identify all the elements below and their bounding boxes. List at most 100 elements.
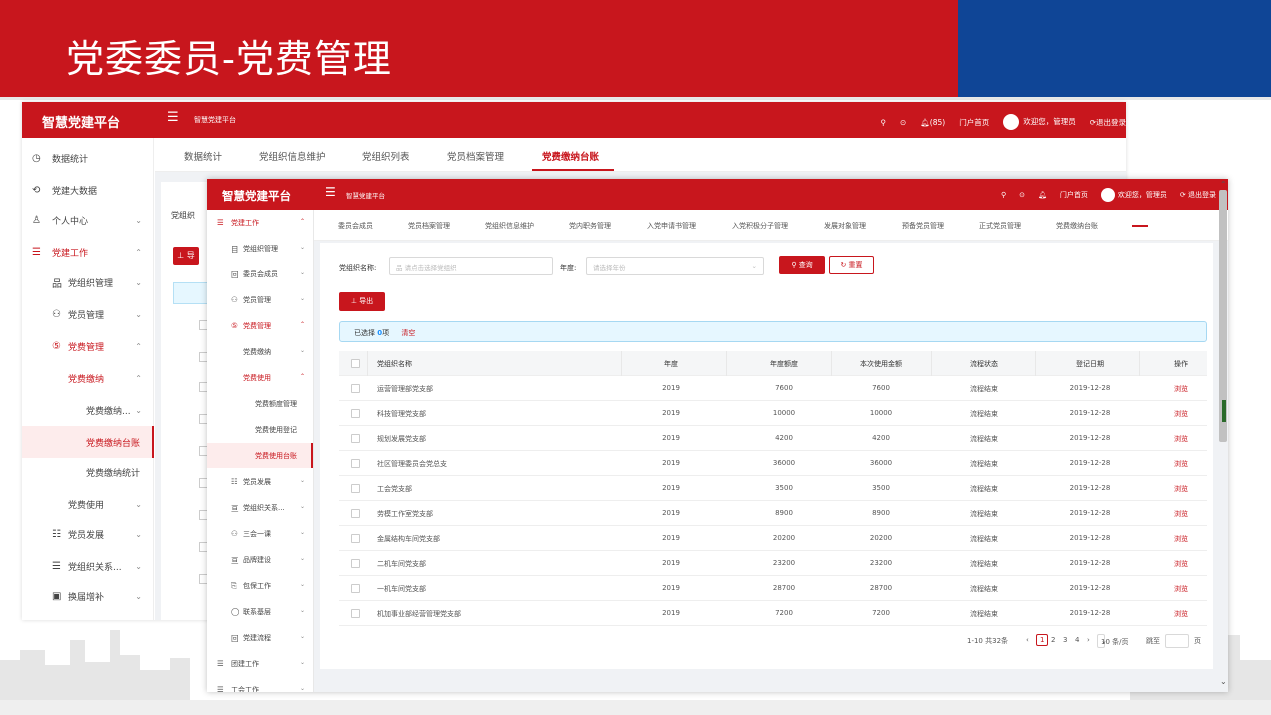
portal-link[interactable]: 门户首页 <box>959 117 989 128</box>
page-3[interactable]: 3 <box>1063 636 1067 644</box>
sidebar-item[interactable]: 回党建流程 ⌄ <box>207 625 313 650</box>
sidebar-item[interactable]: ⟲ 党建大数据 <box>22 174 154 206</box>
tab-org-list[interactable]: 党组织列表 <box>362 149 410 163</box>
browse-link[interactable]: 浏览 <box>1174 384 1188 394</box>
row-checkbox[interactable] <box>351 584 360 593</box>
sidebar-item[interactable]: ☰ 工会工作 ⌄ <box>207 677 313 692</box>
sidebar-item[interactable]: 党费缴纳 ⌃ <box>22 362 154 394</box>
row-checkbox[interactable] <box>351 534 360 543</box>
query-button[interactable]: ⚲ 查询 <box>779 256 825 274</box>
row-checkbox[interactable] <box>351 459 360 468</box>
sidebar-item[interactable]: 党费使用登记 <box>207 417 313 442</box>
select-all-checkbox[interactable] <box>351 359 360 368</box>
scroll-down-icon[interactable]: ⌄ <box>1220 677 1227 686</box>
prev-page-icon[interactable]: ‹ <box>1026 636 1029 644</box>
sidebar-item[interactable]: ♙ 个人中心 ⌄ <box>22 204 154 236</box>
portal-link[interactable]: 门户首页 <box>1060 190 1088 200</box>
browse-link[interactable]: 浏览 <box>1174 459 1188 469</box>
bell-icon[interactable]: 🔔︎ <box>1038 191 1047 199</box>
org-select-input[interactable]: 品 请点击选择党组织 <box>389 257 553 275</box>
browse-link[interactable]: 浏览 <box>1174 409 1188 419</box>
tab-org-info[interactable]: 党组织信息维护 <box>485 221 534 231</box>
clear-selection-link[interactable]: 清空 <box>401 329 415 337</box>
sidebar-item[interactable]: ☰ 党建工作 ⌃ <box>22 236 154 268</box>
page-size-select[interactable]: 10 条/页 ⌄ <box>1097 634 1129 648</box>
sidebar-item[interactable]: ⑤ 党费管理 ⌃ <box>207 313 313 338</box>
sidebar-item[interactable]: 党费使用 ⌃ <box>207 365 313 390</box>
sidebar-item[interactable]: 党费缴纳 ⌄ <box>207 339 313 364</box>
row-checkbox[interactable] <box>351 559 360 568</box>
row-checkbox[interactable] <box>351 484 360 493</box>
browse-link[interactable]: 浏览 <box>1174 484 1188 494</box>
sidebar-item[interactable]: ⑤ 党费管理 ⌃ <box>22 330 154 362</box>
menu-fold-icon[interactable]: ☰ <box>167 110 179 125</box>
sidebar-item[interactable]: ▣ 换届增补 ⌄ <box>22 580 154 612</box>
browse-link[interactable]: 浏览 <box>1174 434 1188 444</box>
sidebar-item[interactable]: ☰ 党建工作 ⌃ <box>207 210 313 235</box>
export-button[interactable]: ⊥ 导出 <box>339 292 385 311</box>
tab-probationary[interactable]: 预备党员管理 <box>902 221 944 231</box>
tab-data-stats[interactable]: 数据统计 <box>184 149 222 163</box>
search-icon[interactable]: ⚲ <box>1001 191 1006 199</box>
sidebar-item[interactable]: ☰ 团建工作 ⌄ <box>207 651 313 676</box>
logout-link[interactable]: ⟳ 退出登录 <box>1180 190 1216 200</box>
sidebar-item[interactable]: 党费额度管理 <box>207 391 313 416</box>
browse-link[interactable]: 浏览 <box>1174 584 1188 594</box>
help-icon[interactable]: ⊙ <box>1019 191 1025 199</box>
page-2[interactable]: 2 <box>1051 636 1055 644</box>
logout-link[interactable]: ⟳退出登录 <box>1090 117 1126 128</box>
menu-fold-icon[interactable]: ☰ <box>325 185 336 199</box>
row-checkbox[interactable] <box>351 384 360 393</box>
sidebar-item[interactable]: ⎘ 包保工作 ⌄ <box>207 573 313 598</box>
browse-link[interactable]: 浏览 <box>1174 509 1188 519</box>
sidebar-item[interactable]: 目党组织管理 ⌄ <box>207 236 313 261</box>
page-4[interactable]: 4 <box>1075 636 1079 644</box>
tab-party-post[interactable]: 党内职务管理 <box>569 221 611 231</box>
row-checkbox[interactable] <box>351 609 360 618</box>
tab-org-info[interactable]: 党组织信息维护 <box>259 149 326 163</box>
tab-dues-ledger[interactable]: 党费缴纳台账 <box>542 149 599 163</box>
user-welcome[interactable]: 欢迎您，管理员 <box>1003 114 1076 130</box>
page-1[interactable]: 1 <box>1036 634 1049 646</box>
bell-notification[interactable]: 🔔︎(85) <box>920 118 945 127</box>
browse-link[interactable]: 浏览 <box>1174 559 1188 569</box>
browse-link[interactable]: 浏览 <box>1174 609 1188 619</box>
row-checkbox[interactable] <box>351 434 360 443</box>
scroll-up-icon[interactable]: ⌃ <box>1220 180 1227 189</box>
row-checkbox[interactable] <box>351 509 360 518</box>
sidebar-item[interactable]: ◯ 联系基层 ⌄ <box>207 599 313 624</box>
sidebar-item[interactable]: 党费缴纳统计 <box>22 456 154 488</box>
sidebar-item[interactable]: ⚇ 三会一课 ⌄ <box>207 521 313 546</box>
tab-dues-ledger[interactable]: 党费缴纳台账 <box>1056 221 1098 231</box>
tab-development-targets[interactable]: 发展对象管理 <box>824 221 866 231</box>
reset-button[interactable]: ↻ 重置 <box>829 256 874 274</box>
row-checkbox[interactable] <box>351 409 360 418</box>
tab-committee-members[interactable]: 委员会成员 <box>338 221 373 231</box>
sidebar-item[interactable]: 党费使用 ⌄ <box>22 488 154 520</box>
tab-full-members[interactable]: 正式党员管理 <box>979 221 1021 231</box>
tab-member-archive[interactable]: 党员档案管理 <box>408 221 450 231</box>
year-select-input[interactable]: 请选择年份 ⌄ <box>586 257 764 275</box>
sidebar-item[interactable]: ☷ 党员发展 ⌄ <box>22 518 154 550</box>
sidebar-item[interactable]: 党费缴纳... ⌄ <box>22 394 154 426</box>
sidebar-item[interactable]: 党费缴纳台账 <box>22 426 154 458</box>
sidebar-item[interactable]: ⚇ 党员管理 ⌄ <box>207 287 313 312</box>
help-icon[interactable]: ⊙ <box>900 118 906 127</box>
sidebar-item[interactable]: 亘品牌建设 ⌄ <box>207 547 313 572</box>
back-export-button[interactable]: ⊥ 导 <box>173 247 199 265</box>
sidebar-item[interactable]: 品党组织管理 ⌄ <box>22 266 154 298</box>
browse-link[interactable]: 浏览 <box>1174 534 1188 544</box>
next-page-icon[interactable]: › <box>1087 636 1090 644</box>
sidebar-item[interactable]: 回委员会成员 ⌄ <box>207 261 313 286</box>
sidebar-item[interactable]: ⚇ 党员管理 ⌄ <box>22 298 154 330</box>
sidebar-item[interactable]: ☰ 党组织关系... ⌄ <box>22 550 154 582</box>
user-welcome[interactable]: 欢迎您，管理员 <box>1100 188 1167 202</box>
goto-page-input[interactable] <box>1165 634 1189 648</box>
tab-activists[interactable]: 入党积极分子管理 <box>732 221 788 231</box>
sidebar-item[interactable]: ◷ 数据统计 <box>22 142 154 174</box>
sidebar-item[interactable]: 党费使用台账 <box>207 443 313 468</box>
tab-member-archive[interactable]: 党员档案管理 <box>447 149 504 163</box>
search-icon[interactable]: ⚲ <box>880 118 886 127</box>
sidebar-item[interactable]: ☷ 党员发展 ⌄ <box>207 469 313 494</box>
sidebar-item[interactable]: 亘党组织关系... ⌄ <box>207 495 313 520</box>
